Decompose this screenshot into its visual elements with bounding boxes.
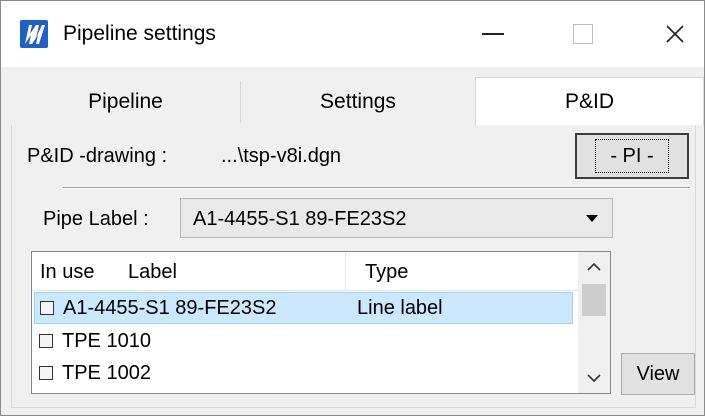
pipe-label-label: Pipe Label :	[43, 208, 149, 230]
maximize-button[interactable]	[553, 11, 613, 57]
pipe-label-dropdown[interactable]: A1-4455-S1 89-FE23S2	[180, 198, 613, 238]
chevron-down-icon	[586, 215, 598, 222]
list-header: In use Label Type	[32, 252, 579, 291]
list-item[interactable]: A1-4455-S1 89-FE23S2 Line label	[34, 292, 573, 324]
list-scrollbar[interactable]	[578, 252, 610, 393]
title-bar[interactable]: Pipeline settings	[1, 1, 704, 67]
column-header-in-use[interactable]: In use	[40, 261, 94, 284]
pid-drawing-label: P&ID -drawing :	[27, 145, 168, 167]
maximize-icon	[573, 24, 593, 44]
window-title: Pipeline settings	[63, 22, 216, 45]
pi-button[interactable]: - PI -	[575, 133, 689, 179]
close-icon	[666, 25, 684, 43]
list-item-type: Line label	[357, 297, 443, 319]
list-item-label: TPE 1002	[62, 362, 151, 384]
in-use-checkbox[interactable]	[40, 301, 54, 315]
chevron-down-icon	[587, 374, 601, 383]
scroll-thumb[interactable]	[582, 284, 606, 316]
list-item[interactable]: TPE 1002	[34, 358, 573, 390]
label-list[interactable]: In use Label Type A1-4455-S1 89-FE23S2 L…	[31, 251, 611, 394]
list-item-label: A1-4455-S1 89-FE23S2	[63, 297, 277, 319]
pipeline-settings-dialog: Pipeline settings Pipeline Settings P&ID…	[0, 0, 705, 416]
scroll-up-button[interactable]	[578, 252, 610, 282]
tab-pipeline[interactable]: Pipeline	[11, 81, 241, 123]
chevron-up-icon	[587, 262, 601, 271]
column-divider[interactable]	[345, 252, 346, 290]
separator	[63, 187, 690, 189]
in-use-checkbox[interactable]	[39, 334, 53, 348]
scroll-down-button[interactable]	[578, 363, 610, 393]
minimize-icon	[482, 33, 504, 35]
close-button[interactable]	[645, 11, 705, 57]
column-header-label[interactable]: Label	[128, 261, 177, 284]
pid-drawing-path: ...\tsp-v8i.dgn	[221, 145, 342, 167]
in-use-checkbox[interactable]	[39, 366, 53, 380]
pipeline-logo-icon	[20, 20, 48, 48]
tab-bar: Pipeline Settings P&ID	[1, 67, 704, 125]
pi-button-label: - PI -	[595, 139, 669, 173]
list-item-label: TPE 1010	[62, 330, 151, 352]
column-header-type[interactable]: Type	[365, 261, 408, 284]
list-item[interactable]: TPE 1010	[34, 326, 573, 358]
minimize-button[interactable]	[463, 11, 523, 57]
view-button[interactable]: View	[621, 353, 695, 395]
pipe-label-selected: A1-4455-S1 89-FE23S2	[193, 208, 407, 230]
tab-pid[interactable]: P&ID	[475, 77, 704, 125]
tab-settings[interactable]: Settings	[241, 81, 475, 123]
